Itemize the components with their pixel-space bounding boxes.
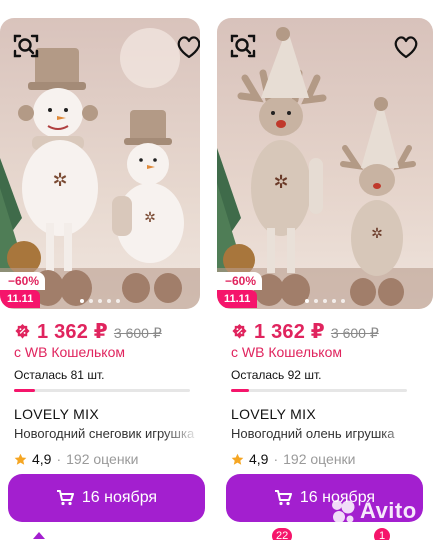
svg-text:✲: ✲: [144, 209, 156, 225]
avito-watermark: Avito: [328, 496, 417, 526]
product-grid: ✲ ✲ −60% 11.11 1 362 ₽ 3 600 ₽ с WB Коше…: [0, 0, 433, 540]
rating-row[interactable]: 4,9 · 192 оценки: [231, 451, 419, 467]
rating-separator: ·: [56, 451, 62, 467]
wallet-note: с WB Кошельком: [231, 344, 342, 360]
pager-dot: [332, 299, 336, 303]
delivery-date-button[interactable]: 16 ноября: [8, 474, 205, 522]
star-icon: [14, 453, 27, 465]
product-info: 1 362 ₽ 3 600 ₽ с WB Кошельком Осталась …: [217, 319, 433, 467]
delivery-date-label: 16 ноября: [81, 489, 158, 506]
price-row: 1 362 ₽ 3 600 ₽: [14, 319, 200, 343]
rating-separator: ·: [273, 451, 279, 467]
discount-percent-icon: [232, 323, 247, 339]
cart-icon: [56, 490, 74, 506]
product-photo[interactable]: ✲ ✲ −60% 11.11: [0, 18, 200, 309]
discount-badge: −60%: [217, 272, 263, 290]
cart-icon: [274, 490, 292, 506]
cart-tab-badge[interactable]: 22: [272, 528, 293, 540]
profile-tab-badge[interactable]: 1: [374, 528, 390, 540]
stock-bar: [14, 389, 190, 392]
snowman-photo: ✲ ✲: [0, 18, 200, 309]
discount-percent-icon: [15, 323, 30, 339]
svg-text:✲: ✲: [273, 172, 288, 192]
pager-dot: [107, 299, 111, 303]
svg-text:✲: ✲: [52, 170, 67, 190]
product-photo[interactable]: ✲ ✲ −60% 11.11: [217, 18, 433, 309]
svg-text:✲: ✲: [371, 225, 383, 241]
watermark-text: Avito: [360, 498, 417, 523]
photo-pager: [0, 299, 200, 303]
stock-remaining: Осталась 92 шт.: [231, 368, 322, 382]
pager-dot: [314, 299, 318, 303]
photo-pager: [217, 299, 433, 303]
wallet-note: с WB Кошельком: [14, 344, 125, 360]
star-icon: [231, 453, 244, 465]
product-card-reindeer[interactable]: ✲ ✲ −60% 11.11 1 362 ₽ 3 600 ₽ с WB Коше…: [217, 18, 433, 467]
review-count: 192 оценки: [283, 451, 356, 467]
stock-bar-fill: [14, 389, 36, 392]
product-title[interactable]: Новогодний олень игрушка: [231, 426, 417, 441]
stock-remaining: Осталась 81 шт.: [14, 368, 105, 382]
old-price: 3 600 ₽: [330, 325, 379, 341]
pager-dot: [341, 299, 345, 303]
home-tab-icon[interactable]: [32, 530, 46, 540]
current-price: 1 362 ₽: [254, 321, 325, 343]
brand-name[interactable]: LOVELY MIX: [231, 406, 419, 422]
heart-icon[interactable]: [174, 32, 200, 62]
discount-badge: −60%: [0, 272, 46, 290]
rating-value: 4,9: [32, 451, 52, 467]
brand-name[interactable]: LOVELY MIX: [14, 406, 200, 422]
product-info: 1 362 ₽ 3 600 ₽ с WB Кошельком Осталась …: [0, 319, 200, 467]
pager-dot: [323, 299, 327, 303]
image-search-icon[interactable]: [12, 32, 40, 60]
avito-logo-icon: [332, 500, 355, 523]
image-search-icon[interactable]: [229, 32, 257, 60]
old-price: 3 600 ₽: [113, 325, 162, 341]
review-count: 192 оценки: [66, 451, 139, 467]
pager-dot: [305, 299, 309, 303]
stock-bar: [231, 389, 407, 392]
product-card-snowman[interactable]: ✲ ✲ −60% 11.11 1 362 ₽ 3 600 ₽ с WB Коше…: [0, 18, 200, 467]
stock-bar-fill: [231, 389, 249, 392]
heart-icon[interactable]: [391, 32, 421, 62]
pager-dot: [116, 299, 120, 303]
price-row: 1 362 ₽ 3 600 ₽: [231, 319, 419, 343]
pager-dot: [80, 299, 84, 303]
current-price: 1 362 ₽: [37, 321, 108, 343]
rating-value: 4,9: [249, 451, 269, 467]
product-title[interactable]: Новогодний снеговик игрушка: [14, 426, 200, 441]
pager-dot: [89, 299, 93, 303]
pager-dot: [98, 299, 102, 303]
rating-row[interactable]: 4,9 · 192 оценки: [14, 451, 200, 467]
bottom-tab-bar: [0, 528, 433, 540]
